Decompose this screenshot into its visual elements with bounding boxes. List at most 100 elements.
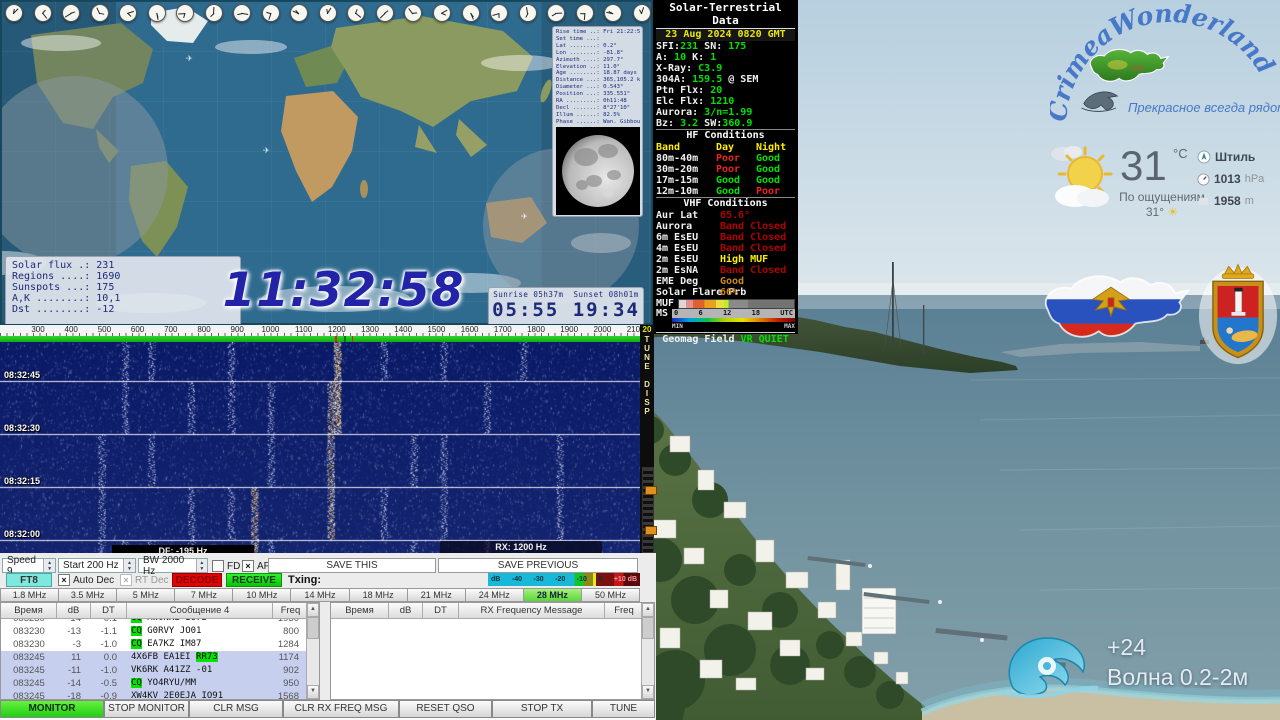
bandwidth-stepper[interactable]: BW 2000 Hz ▲ ▼ bbox=[138, 558, 208, 573]
af-checkbox-box[interactable]: × bbox=[242, 560, 254, 572]
column-header[interactable]: dB bbox=[57, 603, 91, 619]
world-map-panel: ✈ ✈ ✈ Solar flux .: 231 Regions ....: 1690 S… bbox=[0, 0, 653, 325]
moon-info-line: Elevation ..: 11.0° bbox=[556, 64, 640, 71]
stop-monitor-button[interactable]: STOP MONITOR bbox=[104, 700, 189, 718]
weather-widget: 31 °C По ощущениям 31° ☀ Штиль 1013 hPa … bbox=[1045, 140, 1275, 238]
solar-data-line: SFI:231 SN: 175 bbox=[656, 41, 795, 52]
solar-info-line: Sunspots ...: 175 bbox=[12, 282, 234, 293]
band-button-24mhz[interactable]: 24 MHz bbox=[466, 588, 524, 602]
sea-widget: +24 Волна 0.2-2м bbox=[995, 628, 1255, 703]
band-button-28mhz[interactable]: 28 MHz bbox=[524, 588, 582, 602]
ms-ticks: 0 6 12 18 UTC bbox=[672, 309, 795, 318]
clr-msg-button[interactable]: CLR MSG bbox=[189, 700, 283, 718]
local-time-clock: 11:32:58 bbox=[206, 263, 481, 318]
city-coat-of-arms bbox=[1198, 256, 1278, 368]
column-header[interactable]: DT bbox=[423, 603, 459, 619]
solar-data-line: 304A: 159.5 @ SEM bbox=[656, 74, 795, 85]
band-button-3.5mhz[interactable]: 3.5 MHz bbox=[59, 588, 117, 602]
band-button-10mhz[interactable]: 10 MHz bbox=[233, 588, 291, 602]
clr-rx-freq-msg-button[interactable]: CLR RX FREQ MSG bbox=[283, 700, 399, 718]
decode-row[interactable]: 083245 -18 -0.9 XW4KV 2E0EJA IO91 1568 bbox=[1, 690, 319, 699]
column-header[interactable]: Сообщение 4 bbox=[127, 603, 273, 619]
column-header[interactable]: Freq bbox=[605, 603, 644, 619]
altitude-value: 1958 bbox=[1214, 194, 1241, 208]
wave-height: Волна 0.2-2м bbox=[1107, 664, 1248, 691]
waterfall-display[interactable]: 08:32:45 08:32:30 08:32:15 08:32:00 bbox=[0, 342, 640, 556]
vhf-condition-row: 2m EsNA Band Closed bbox=[656, 265, 795, 276]
waterfall-timestamp: 08:32:30 bbox=[4, 423, 40, 433]
moon-info-line: Rise time ..: Fri 21:22:53 bbox=[556, 29, 640, 36]
table-scrollbar[interactable]: ▲ ▼ bbox=[306, 603, 319, 699]
band-button-50mhz[interactable]: 50 MHz bbox=[582, 588, 640, 602]
monitor-button[interactable]: MONITOR bbox=[0, 700, 104, 718]
vhf-condition-rows: Aur Lat 65.6° Aurora Band Closed 6m EsEU Band… bbox=[656, 210, 795, 298]
band-button-5mhz[interactable]: 5 MHz bbox=[117, 588, 175, 602]
solar-data-lines: SFI:231 SN: 175 A: 10 K: 1 X-Ray: C3.9 304A… bbox=[656, 41, 795, 129]
reset-qso-button[interactable]: RESET QSO bbox=[399, 700, 492, 718]
column-header[interactable]: dB bbox=[389, 603, 423, 619]
receive-button[interactable]: RECEIVE bbox=[226, 573, 282, 587]
moon-info-line: RA .........: 0h11:48 bbox=[556, 98, 640, 105]
vhf-condition-row: Aur Lat 65.6° bbox=[656, 210, 795, 221]
waterfall-canvas[interactable] bbox=[0, 342, 640, 556]
waterfall-side-controls[interactable]: 20 T U N E D I S P bbox=[640, 325, 654, 591]
band-button-18mhz[interactable]: 18 MHz bbox=[350, 588, 408, 602]
speed-stepper[interactable]: Speed 9 ▲ ▼ bbox=[2, 558, 56, 573]
fd-checkbox-box[interactable] bbox=[212, 560, 224, 572]
fd-checkbox[interactable]: FD bbox=[212, 560, 240, 572]
slider-handle-2[interactable] bbox=[645, 526, 657, 535]
decode-row[interactable]: 083245 -11 -1.0 VK6RK A41ZZ -01 902 bbox=[1, 664, 319, 677]
meter-tick-label: dB bbox=[491, 576, 500, 583]
pressure-gauge-icon bbox=[1197, 173, 1210, 186]
fd-label: FD bbox=[227, 561, 240, 572]
start-freq-stepper[interactable]: Start 200 Hz ▲ ▼ bbox=[58, 558, 136, 573]
save-this-button[interactable]: SAVE THIS bbox=[268, 558, 436, 573]
rt-dec-box[interactable]: × bbox=[120, 574, 132, 586]
column-header[interactable]: RX Frequency Message bbox=[459, 603, 605, 619]
tune-disp-label: T U N E D I S P bbox=[640, 335, 654, 416]
table-scrollbar[interactable]: ▲ ▼ bbox=[641, 603, 654, 699]
svg-text:✈: ✈ bbox=[263, 146, 270, 155]
band-button-1.8mhz[interactable]: 1.8 MHz bbox=[0, 588, 59, 602]
band-button-14mhz[interactable]: 14 MHz bbox=[291, 588, 349, 602]
hf-band-row: 17m-15m Good Good bbox=[656, 175, 795, 186]
solar-terrestrial-panel: Solar-Terrestrial Data 23 Aug 2024 0820 … bbox=[653, 0, 798, 334]
world-clock-icon bbox=[519, 4, 537, 22]
sea-temperature: +24 bbox=[1107, 634, 1146, 661]
decode-row[interactable]: 083245 -14 -0.5 CQ YO4RYU/MM 950 bbox=[1, 677, 319, 690]
decode-table-right: Время dB DT RX Frequency Message Freq ▲ ▼ bbox=[330, 602, 655, 700]
auto-dec-box[interactable]: × bbox=[58, 574, 70, 586]
tune-button[interactable]: TUNE bbox=[592, 700, 655, 718]
decode-row[interactable]: 083230 -13 -1.1 CQ G0RVY JO01 800 bbox=[1, 625, 319, 638]
af-checkbox[interactable]: × AF bbox=[242, 560, 270, 572]
band-button-7mhz[interactable]: 7 MHz bbox=[175, 588, 233, 602]
decode-row[interactable]: 083245 11 0.0 4X6FB EA1EI RR73 1174 bbox=[1, 651, 319, 664]
moon-info-panel: Rise time ..: Fri 21:22:53 Set time ...: L… bbox=[552, 26, 643, 217]
world-clock-icon bbox=[233, 4, 251, 22]
auto-dec-checkbox[interactable]: × Auto Dec bbox=[58, 574, 114, 586]
column-header[interactable]: DT bbox=[91, 603, 127, 619]
ms-max-label: MAX bbox=[784, 322, 795, 331]
vhf-condition-row: 4m EsEU Band Closed bbox=[656, 243, 795, 254]
solar-data-line: X-Ray: C3.9 bbox=[656, 63, 795, 74]
decode-row[interactable]: 083230 -3 -1.0 CQ EA7KZ IM87 1284 bbox=[1, 638, 319, 651]
save-previous-button[interactable]: SAVE PREVIOUS bbox=[438, 558, 638, 573]
decode-button[interactable]: DECODE bbox=[172, 573, 222, 587]
moon-info-line: Position ...: 335.551° bbox=[556, 91, 640, 98]
wave-icon bbox=[995, 628, 1100, 702]
band-button-21mhz[interactable]: 21 MHz bbox=[408, 588, 466, 602]
solar-data-line: Elc Flx: 1210 bbox=[656, 96, 795, 107]
band-selector-row: 1.8 MHz 3.5 MHz 5 MHz 7 MHz 10 MHz 14 MHz 18 M… bbox=[0, 588, 640, 602]
world-clock-icon bbox=[376, 4, 394, 22]
sunrise-time: 05:55 bbox=[492, 299, 559, 321]
rt-dec-checkbox[interactable]: × RT Dec bbox=[120, 574, 169, 586]
column-header[interactable]: Время bbox=[1, 603, 57, 619]
column-header[interactable]: Freq bbox=[273, 603, 309, 619]
altitude-icon bbox=[1197, 195, 1210, 208]
dolphin-icon bbox=[1082, 92, 1118, 111]
column-header[interactable]: Время bbox=[331, 603, 389, 619]
mode-ft8-button[interactable]: FT8 bbox=[6, 573, 52, 587]
slider-handle-1[interactable] bbox=[645, 486, 657, 495]
gain-slider[interactable] bbox=[642, 467, 654, 559]
stop-tx-button[interactable]: STOP TX bbox=[492, 700, 592, 718]
